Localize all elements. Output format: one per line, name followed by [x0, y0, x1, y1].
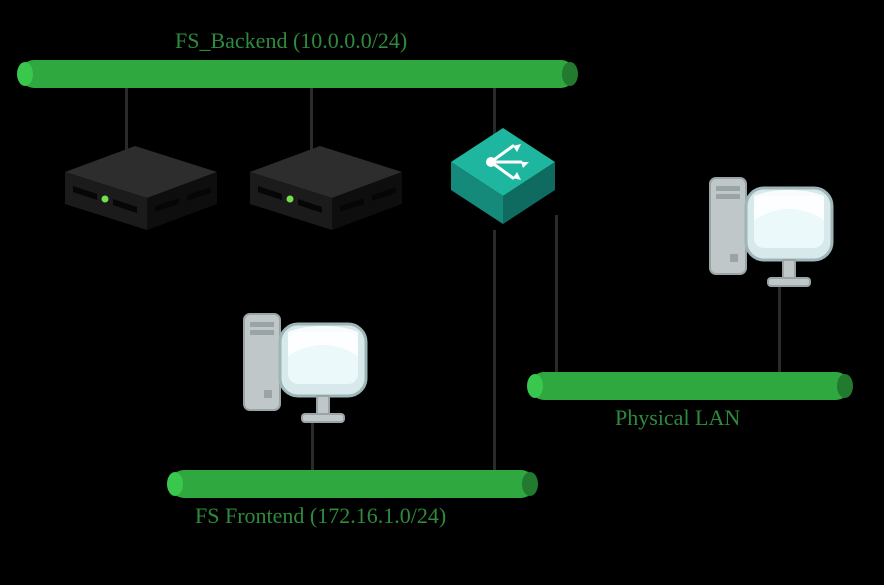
workstation-lan-icon	[690, 160, 850, 300]
frontend-network	[170, 470, 535, 498]
lan-network	[530, 372, 850, 400]
server-node-1	[55, 142, 215, 237]
switch-node-icon	[443, 122, 563, 242]
backend-network	[20, 60, 575, 88]
network-topology-diagram: FS_Backend (10.0.0.0/24) Physical LAN FS…	[0, 0, 884, 585]
lan-label: Physical LAN	[615, 405, 740, 431]
workstation-frontend-icon	[224, 296, 384, 436]
wire-switch-frontend	[493, 230, 496, 470]
frontend-label: FS Frontend (172.16.1.0/24)	[195, 503, 446, 529]
backend-label: FS_Backend (10.0.0.0/24)	[175, 28, 407, 54]
server-node-2	[240, 142, 400, 237]
